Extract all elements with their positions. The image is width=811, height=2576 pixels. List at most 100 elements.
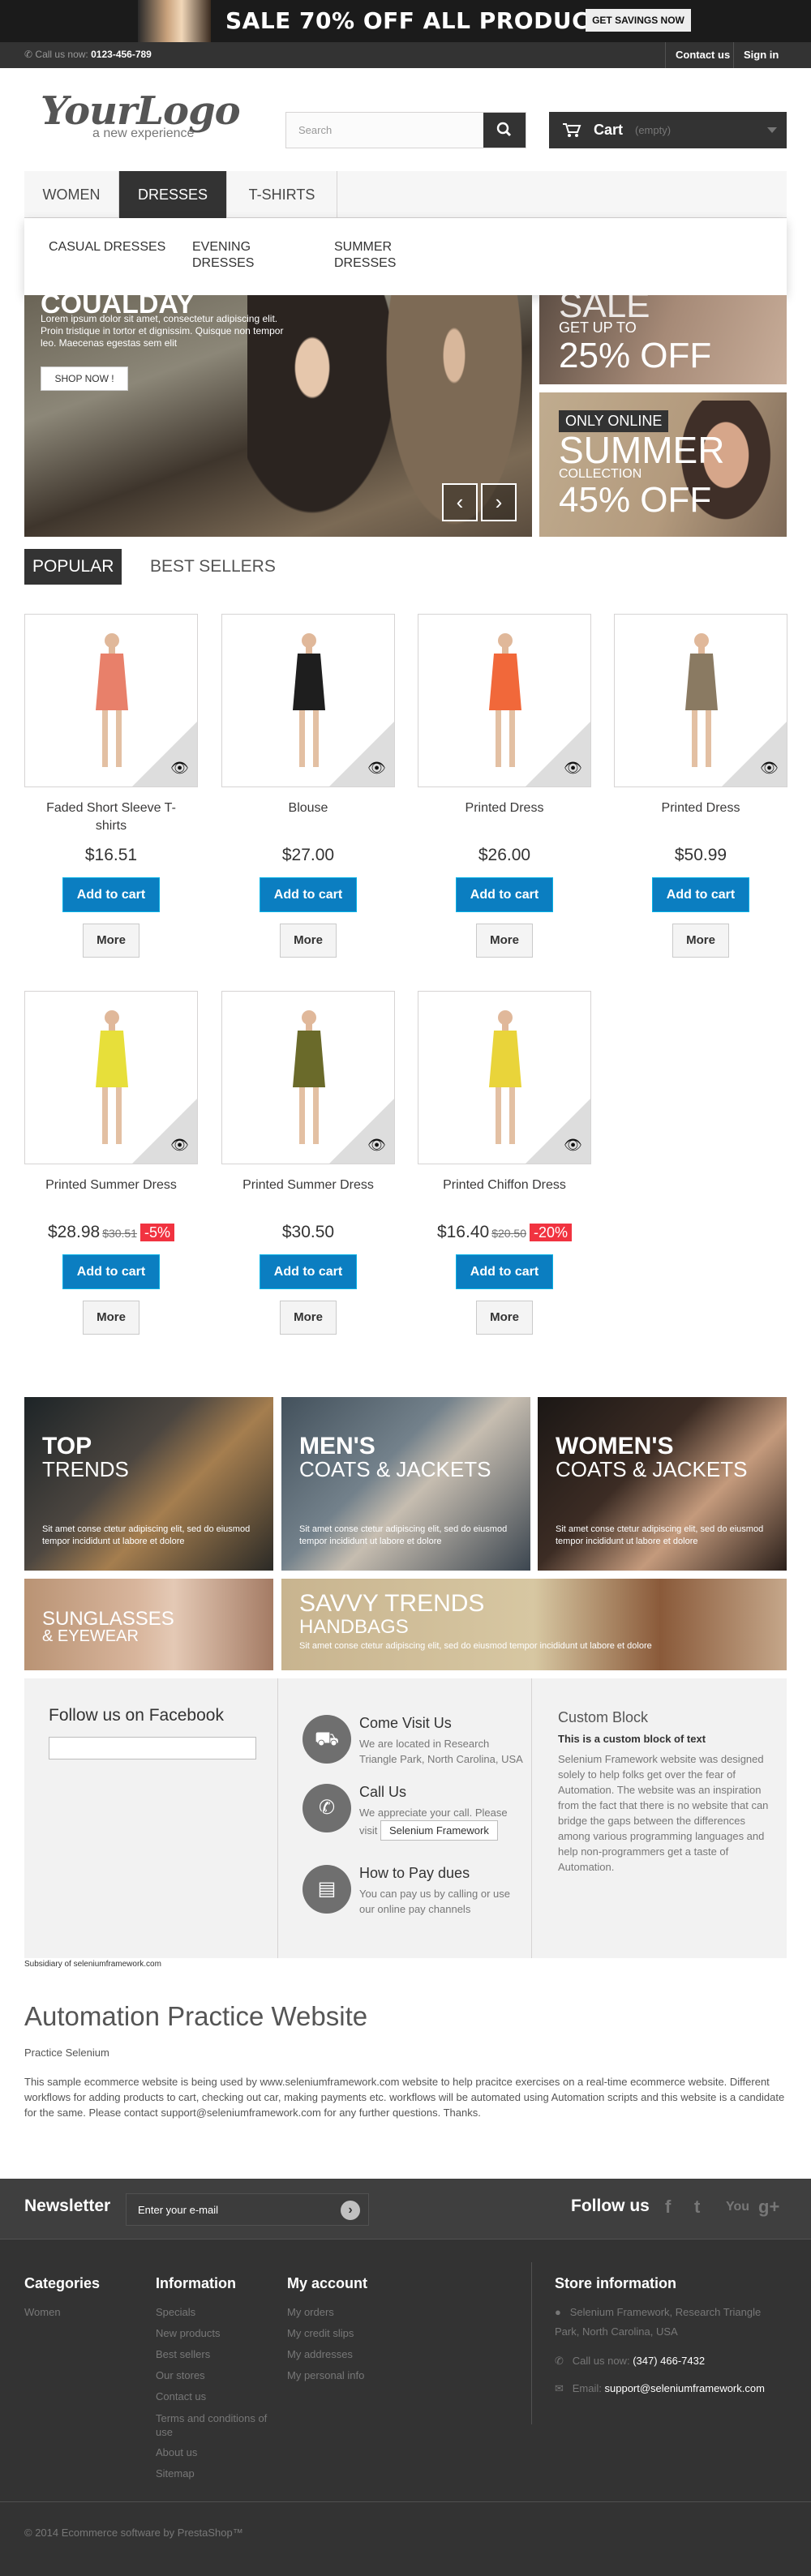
footer-link-credit-slips[interactable]: My credit slips	[287, 2323, 367, 2344]
search-button[interactable]	[483, 113, 526, 148]
homepage-slider[interactable]: Coualday Lorem ipsum dolor sit amet, con…	[24, 295, 532, 537]
more-button[interactable]: More	[83, 1301, 139, 1335]
quick-view-eye-icon[interactable]: 👁	[170, 760, 189, 777]
facebook-title: Follow us on Facebook	[49, 1706, 224, 1725]
site-logo[interactable]: YourLogo a new experience	[41, 91, 241, 148]
footer-link-women[interactable]: Women	[24, 2302, 100, 2323]
custom-block-subtitle: This is a custom block of text	[558, 1733, 706, 1745]
google-plus-icon[interactable]: g+	[758, 2197, 779, 2218]
banner-sunglasses[interactable]: SUNGLASSES & EYEWEAR	[24, 1579, 273, 1670]
custom-block: Custom Block This is a custom block of t…	[558, 1709, 769, 1875]
footer-link-addresses[interactable]: My addresses	[287, 2344, 367, 2365]
banner-handbags[interactable]: SAVVY TRENDS HANDBAGS Sit amet conse cte…	[281, 1579, 787, 1670]
more-button[interactable]: More	[83, 924, 139, 958]
footer-link-our-stores[interactable]: Our stores	[156, 2365, 269, 2386]
image-corner	[132, 722, 197, 787]
add-to-cart-button[interactable]: Add to cart	[62, 877, 160, 912]
newsletter-submit-button[interactable]: ›	[341, 2201, 360, 2220]
banner-top-trends[interactable]: TOP TRENDS Sit amet conse ctetur adipisc…	[24, 1397, 273, 1571]
more-button[interactable]: More	[280, 924, 337, 958]
cart-button[interactable]: Cart (empty)	[549, 112, 787, 148]
newsletter-email-input[interactable]: Enter your e-mail ›	[126, 2193, 369, 2226]
quick-view-eye-icon[interactable]: 👁	[564, 760, 582, 777]
search-input[interactable]: Search	[285, 112, 526, 148]
sign-in-link[interactable]: Sign in	[733, 42, 788, 68]
product-name[interactable]: Blouse	[221, 799, 395, 835]
product-name[interactable]: Printed Summer Dress	[221, 1177, 395, 1212]
slider-prev-button[interactable]: ‹	[442, 483, 478, 521]
product-image[interactable]: 👁	[24, 991, 198, 1164]
tab-popular[interactable]: POPULAR	[24, 549, 122, 585]
add-to-cart-button[interactable]: Add to cart	[260, 1254, 357, 1289]
product-name[interactable]: Printed Dress	[418, 799, 591, 835]
menu-item-women[interactable]: WOMEN	[24, 171, 119, 218]
product-image[interactable]: 👁	[418, 991, 591, 1164]
footer-link-new-products[interactable]: New products	[156, 2323, 269, 2344]
submenu-casual-dresses[interactable]: CASUAL DRESSES	[49, 239, 165, 255]
quick-view-eye-icon[interactable]: 👁	[170, 1137, 189, 1154]
more-button[interactable]: More	[476, 1301, 533, 1335]
add-to-cart-button[interactable]: Add to cart	[456, 1254, 553, 1289]
quick-view-eye-icon[interactable]: 👁	[367, 1137, 386, 1154]
old-price: $30.51	[102, 1227, 138, 1240]
product-price: $16.51	[84, 846, 138, 864]
add-to-cart-button[interactable]: Add to cart	[456, 877, 553, 912]
footer-link-best-sellers[interactable]: Best sellers	[156, 2344, 269, 2365]
add-to-cart-button[interactable]: Add to cart	[652, 877, 749, 912]
contact-us-link[interactable]: Contact us	[665, 42, 740, 68]
quick-view-eye-icon[interactable]: 👁	[564, 1137, 582, 1154]
footer-link-about-us[interactable]: About us	[156, 2442, 269, 2463]
product-image[interactable]: 👁	[24, 614, 198, 787]
get-savings-button[interactable]: GET SAVINGS NOW	[586, 9, 691, 32]
add-to-cart-button[interactable]: Add to cart	[62, 1254, 160, 1289]
tab-best-sellers[interactable]: BEST SELLERS	[142, 549, 284, 585]
product-name[interactable]: Printed Summer Dress	[24, 1177, 198, 1212]
footer-my-account: My account My orders My credit slips My …	[287, 2275, 367, 2386]
footer-link-contact-us[interactable]: Contact us	[156, 2386, 269, 2407]
menu-item-tshirts[interactable]: T-SHIRTS	[227, 171, 337, 218]
shop-now-button[interactable]: SHOP NOW !	[41, 366, 128, 391]
banner-womens-coats[interactable]: WOMEN'S COATS & JACKETS Sit amet conse c…	[538, 1397, 787, 1571]
submenu-evening-dresses[interactable]: EVENING DRESSES	[192, 239, 290, 272]
footer-link-terms[interactable]: Terms and conditions of use	[156, 2407, 269, 2442]
product-image[interactable]: 👁	[614, 614, 787, 787]
footer-link-specials[interactable]: Specials	[156, 2302, 269, 2323]
store-info-title: Store information	[555, 2275, 677, 2291]
footer-link-personal-info[interactable]: My personal info	[287, 2365, 367, 2386]
product-model-figure	[96, 633, 128, 767]
selenium-framework-link[interactable]: Selenium Framework	[380, 1820, 498, 1841]
product-name[interactable]: Printed Dress	[614, 799, 787, 835]
facebook-widget[interactable]	[49, 1737, 256, 1759]
facebook-icon[interactable]: f	[665, 2197, 671, 2218]
menu-item-dresses[interactable]: DRESSES	[119, 171, 227, 218]
product-image[interactable]: 👁	[221, 614, 395, 787]
image-corner	[132, 1099, 197, 1164]
more-button[interactable]: More	[672, 924, 729, 958]
footer-link-my-orders[interactable]: My orders	[287, 2302, 367, 2323]
product-name[interactable]: Printed Chiffon Dress	[418, 1177, 591, 1212]
promo-sale-pct: 25% OFF	[559, 336, 712, 375]
banner-top-trends-text: Sit amet conse ctetur adipiscing elit, s…	[42, 1524, 251, 1546]
banner-mens-coats[interactable]: MEN'S COATS & JACKETS Sit amet conse cte…	[281, 1397, 530, 1571]
quick-view-eye-icon[interactable]: 👁	[760, 760, 779, 777]
twitter-icon[interactable]: t	[694, 2197, 700, 2218]
top-sale-banner[interactable]: SALE 70% OFF ALL PRODUCTS GET SAVINGS NO…	[0, 0, 811, 42]
product-image[interactable]: 👁	[418, 614, 591, 787]
product-name[interactable]: Faded Short Sleeve T-shirts	[24, 799, 198, 835]
footer-link-sitemap[interactable]: Sitemap	[156, 2463, 269, 2484]
promo-banner-sale[interactable]: SALE GET UP TO 25% OFF	[539, 295, 787, 384]
more-button[interactable]: More	[280, 1301, 337, 1335]
youtube-icon[interactable]: You	[726, 2200, 749, 2214]
promo-banner-summer[interactable]: ONLY ONLINE SUMMER COLLECTION 45% OFF	[539, 392, 787, 537]
more-button[interactable]: More	[476, 924, 533, 958]
product-image[interactable]: 👁	[221, 991, 395, 1164]
add-to-cart-button[interactable]: Add to cart	[260, 877, 357, 912]
store-email-link[interactable]: support@seleniumframework.com	[605, 2382, 765, 2394]
copyright-text[interactable]: © 2014 Ecommerce software by PrestaShop™	[24, 2527, 243, 2539]
quick-view-eye-icon[interactable]: 👁	[367, 760, 386, 777]
banner-top-trends-h2: TRENDS	[42, 1457, 129, 1481]
store-address-text: Selenium Framework, Research Triangle Pa…	[555, 2306, 762, 2338]
product-model-figure	[96, 1010, 128, 1144]
submenu-summer-dresses[interactable]: SUMMER DRESSES	[334, 239, 431, 272]
slider-next-button[interactable]: ›	[481, 483, 517, 521]
